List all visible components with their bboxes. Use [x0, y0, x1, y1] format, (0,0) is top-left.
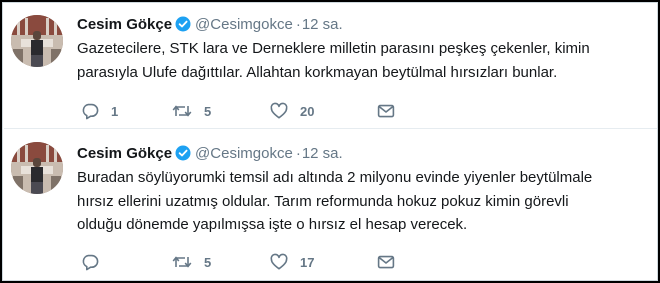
tweet-actions: 5 17	[77, 252, 477, 272]
heart-icon	[270, 102, 288, 120]
like-count: 20	[300, 103, 315, 119]
tweet-header: Cesim Gökçe @Cesimgokce ·12 sa.	[77, 144, 343, 167]
retweet-icon	[172, 102, 192, 120]
reply-button[interactable]	[81, 252, 111, 272]
retweet-button[interactable]: 5	[172, 101, 211, 121]
tweet-actions: 1 5 20	[77, 101, 477, 121]
retweet-icon	[172, 253, 192, 271]
retweet-count: 5	[204, 254, 212, 270]
tweet-timestamp[interactable]: 12 sa.	[302, 16, 343, 33]
reply-button[interactable]: 1	[81, 101, 118, 121]
author-name[interactable]: Cesim Gökçe	[77, 145, 172, 162]
verified-badge-icon	[175, 16, 191, 38]
like-button[interactable]: 20	[270, 101, 314, 121]
tweet-text-line: Buradan söylüyorumki temsil adı altında …	[77, 169, 593, 186]
verified-badge-icon	[175, 145, 191, 167]
direct-message-button[interactable]	[377, 252, 395, 272]
author-handle[interactable]: @Cesimgokce	[195, 145, 293, 162]
tweet-text-line: Gazetecilere, STK lara ve Derneklere mil…	[77, 40, 590, 57]
like-count: 17	[300, 254, 315, 270]
tweet-header: Cesim Gökçe @Cesimgokce ·12 sa.	[77, 15, 343, 38]
tweet-text-line: hırsız ellerini uzatmış oldular. Tarım r…	[77, 192, 569, 210]
heart-icon	[270, 253, 288, 271]
avatar[interactable]	[11, 142, 63, 194]
tweet[interactable]: Cesim Gökçe @Cesimgokce ·12 sa. Gazetecile…	[4, 4, 657, 129]
reply-count: 1	[111, 103, 119, 119]
author-handle[interactable]: @Cesimgokce	[195, 16, 293, 33]
direct-message-button[interactable]	[377, 101, 395, 121]
like-button[interactable]: 17	[270, 252, 314, 272]
tweet-text: Gazetecilere, STK lara ve Derneklere mil…	[77, 37, 652, 84]
tweet-timestamp[interactable]: 12 sa.	[302, 145, 343, 162]
tweet-text-line: olduğu dönemde yapılmışsa işte o hırsız …	[77, 216, 468, 233]
direct-message-icon	[377, 102, 395, 120]
separator-dot: ·	[295, 145, 301, 162]
direct-message-icon	[377, 253, 395, 271]
tweet[interactable]: Cesim Gökçe @Cesimgokce ·12 sa. Buradan sö…	[4, 130, 657, 280]
author-name[interactable]: Cesim Gökçe	[77, 16, 172, 33]
screenshot-frame: Cesim Gökçe @Cesimgokce ·12 sa. Gazetecile…	[0, 0, 660, 283]
reply-icon	[81, 102, 99, 120]
avatar[interactable]	[11, 15, 63, 67]
separator-dot: ·	[295, 16, 301, 33]
tweet-text: Buradan söylüyorumki temsil adı altında …	[77, 166, 652, 237]
retweet-button[interactable]: 5	[172, 252, 211, 272]
reply-icon	[81, 253, 99, 271]
tweet-text-line: parasıyla Ulufe dağıttılar. Allahtan kor…	[77, 63, 558, 81]
retweet-count: 5	[204, 103, 212, 119]
